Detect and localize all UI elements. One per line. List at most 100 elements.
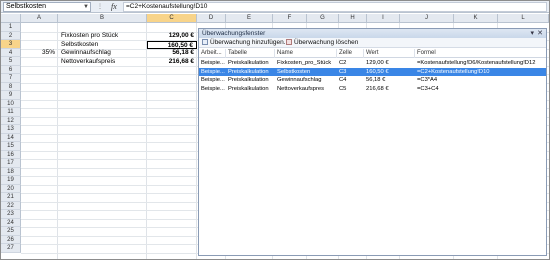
row-header[interactable]: 12: [1, 116, 21, 125]
select-all-corner[interactable]: [1, 14, 21, 23]
cell-b4[interactable]: Gewinnaufschlag: [58, 49, 147, 58]
add-watch-label: Überwachung hinzufügen...: [210, 39, 290, 46]
row-header[interactable]: 27: [1, 244, 21, 253]
watch-cell: =C3+C4: [417, 85, 439, 92]
watch-window-options-icon[interactable]: ▾: [530, 29, 534, 38]
column-header-b[interactable]: B: [58, 14, 147, 23]
column-header-workbook[interactable]: Arbeit...: [199, 49, 226, 58]
row-header[interactable]: 25: [1, 227, 21, 236]
row-header[interactable]: 7: [1, 74, 21, 83]
watch-window-title[interactable]: Überwachungsfenster: [199, 29, 546, 38]
row-header[interactable]: 3: [1, 40, 21, 49]
row-header[interactable]: 26: [1, 235, 21, 244]
row-header[interactable]: 20: [1, 184, 21, 193]
row-header[interactable]: 2: [1, 31, 21, 40]
cell-b5[interactable]: Nettoverkaufspreis: [58, 58, 147, 67]
watch-cell: 216,68 €: [366, 85, 389, 92]
watch-cell: C3: [339, 68, 347, 75]
row-header[interactable]: 17: [1, 159, 21, 168]
column-header-j[interactable]: J: [400, 14, 454, 23]
watch-row[interactable]: Beispie... Preiskalkulation Fixkosten_pro_…: [199, 59, 546, 67]
watch-list-header: Arbeit... Tabelle Name Zelle Wert Formel: [199, 49, 546, 58]
cell-a4[interactable]: 35%: [21, 49, 58, 58]
watch-cell: 160,50 €: [366, 68, 389, 75]
delete-watch-label: Überwachung löschen: [294, 39, 359, 46]
add-watch-icon: [202, 39, 208, 45]
column-header-k[interactable]: K: [454, 14, 498, 23]
row-header[interactable]: 6: [1, 65, 21, 74]
row-header[interactable]: 16: [1, 150, 21, 159]
row-header[interactable]: 11: [1, 108, 21, 117]
cell-c3-active[interactable]: 160,50 €: [147, 40, 197, 49]
cell-b2[interactable]: Fixkosten pro Stück: [58, 32, 147, 41]
watch-cell: Gewinnaufschlag: [277, 77, 322, 83]
row-header[interactable]: 14: [1, 133, 21, 142]
watch-cell: C2: [339, 60, 347, 66]
column-header-cell[interactable]: Zelle: [337, 49, 364, 58]
close-icon[interactable]: ✕: [537, 29, 543, 38]
row-header[interactable]: 5: [1, 57, 21, 66]
column-header-formula[interactable]: Formel: [415, 49, 546, 58]
formula-input[interactable]: =C2+Kostenaufstellung!D10: [123, 2, 547, 12]
row-header[interactable]: 22: [1, 201, 21, 210]
watch-row[interactable]: Beispie... Preiskalkulation Selbstkosten C3…: [199, 67, 546, 76]
watch-cell: Selbstkosten: [277, 68, 311, 75]
chevron-down-icon[interactable]: ▼: [83, 3, 89, 11]
cell-c2[interactable]: 129,00 €: [147, 32, 197, 41]
watch-window-toolbar: Überwachung hinzufügen... Überwachung lö…: [199, 38, 546, 48]
row-header[interactable]: 13: [1, 125, 21, 134]
watch-cell: Preiskalkulation: [228, 85, 269, 92]
watch-cell: Nettoverkaufspres: [277, 85, 325, 92]
watch-cell: =Kostenaufstellung!D6/Kostenaufstellung!…: [417, 60, 536, 66]
watch-row[interactable]: Beispie... Preiskalkulation Gewinnaufschla…: [199, 76, 546, 84]
formula-bar-separator: ⋮: [97, 4, 103, 10]
name-box[interactable]: Selbstkosten ▼: [3, 2, 91, 12]
column-header-c[interactable]: C: [147, 14, 197, 23]
row-header[interactable]: 21: [1, 193, 21, 202]
row-header[interactable]: 15: [1, 142, 21, 151]
add-watch-button[interactable]: Überwachung hinzufügen...: [202, 39, 289, 47]
watch-row[interactable]: Beispie... Preiskalkulation Nettoverkaufsp…: [199, 85, 546, 93]
column-header-value[interactable]: Wert: [364, 49, 415, 58]
row-header[interactable]: 9: [1, 91, 21, 100]
watch-cell: Beispie...: [201, 77, 225, 83]
watch-cell: C4: [339, 77, 347, 83]
delete-watch-button[interactable]: Überwachung löschen: [286, 39, 358, 47]
watch-cell: Beispie...: [201, 60, 225, 66]
watch-cell: =C2+Kostenaufstellung!D10: [417, 68, 490, 75]
row-header[interactable]: 10: [1, 99, 21, 108]
watch-window: Überwachungsfenster ▾ ✕ Überwachung hinz…: [198, 28, 547, 256]
delete-watch-icon: [286, 39, 292, 45]
watch-cell: Preiskalkulation: [228, 68, 269, 75]
row-header[interactable]: 23: [1, 210, 21, 219]
column-header-sheet[interactable]: Tabelle: [226, 49, 275, 58]
column-header-e[interactable]: E: [226, 14, 273, 23]
cell-c4[interactable]: 56,18 €: [147, 49, 197, 58]
row-header[interactable]: 19: [1, 176, 21, 185]
column-header-d[interactable]: D: [197, 14, 226, 23]
watch-cell: =C3*A4: [417, 77, 438, 83]
row-header[interactable]: 1: [1, 23, 21, 32]
column-header-g[interactable]: G: [307, 14, 339, 23]
column-header-i[interactable]: I: [367, 14, 400, 23]
excel-window: Selbstkosten ▼ ⋮ fx =C2+Kostenaufstellun…: [0, 0, 550, 260]
watch-cell: Fixkosten_pro_Stück: [277, 60, 332, 66]
watch-cell: Preiskalkulation: [228, 77, 269, 83]
watch-cell: C5: [339, 85, 347, 92]
watch-cell: Beispie...: [201, 68, 225, 75]
watch-cell: 129,00 €: [366, 60, 389, 66]
row-header[interactable]: 18: [1, 167, 21, 176]
row-header[interactable]: 4: [1, 48, 21, 57]
row-header[interactable]: 24: [1, 218, 21, 227]
column-header-h[interactable]: H: [339, 14, 367, 23]
watch-cell: Preiskalkulation: [228, 60, 269, 66]
column-header-a[interactable]: A: [21, 14, 58, 23]
column-header-l[interactable]: L: [498, 14, 549, 23]
column-header-name[interactable]: Name: [275, 49, 337, 58]
watch-cell: 56,18 €: [366, 77, 386, 83]
watch-cell: Beispie...: [201, 85, 225, 92]
column-header-f[interactable]: F: [273, 14, 307, 23]
cell-c5[interactable]: 216,68 €: [147, 58, 197, 67]
row-header[interactable]: 8: [1, 82, 21, 91]
cell-b3[interactable]: Selbstkosten: [58, 41, 147, 50]
